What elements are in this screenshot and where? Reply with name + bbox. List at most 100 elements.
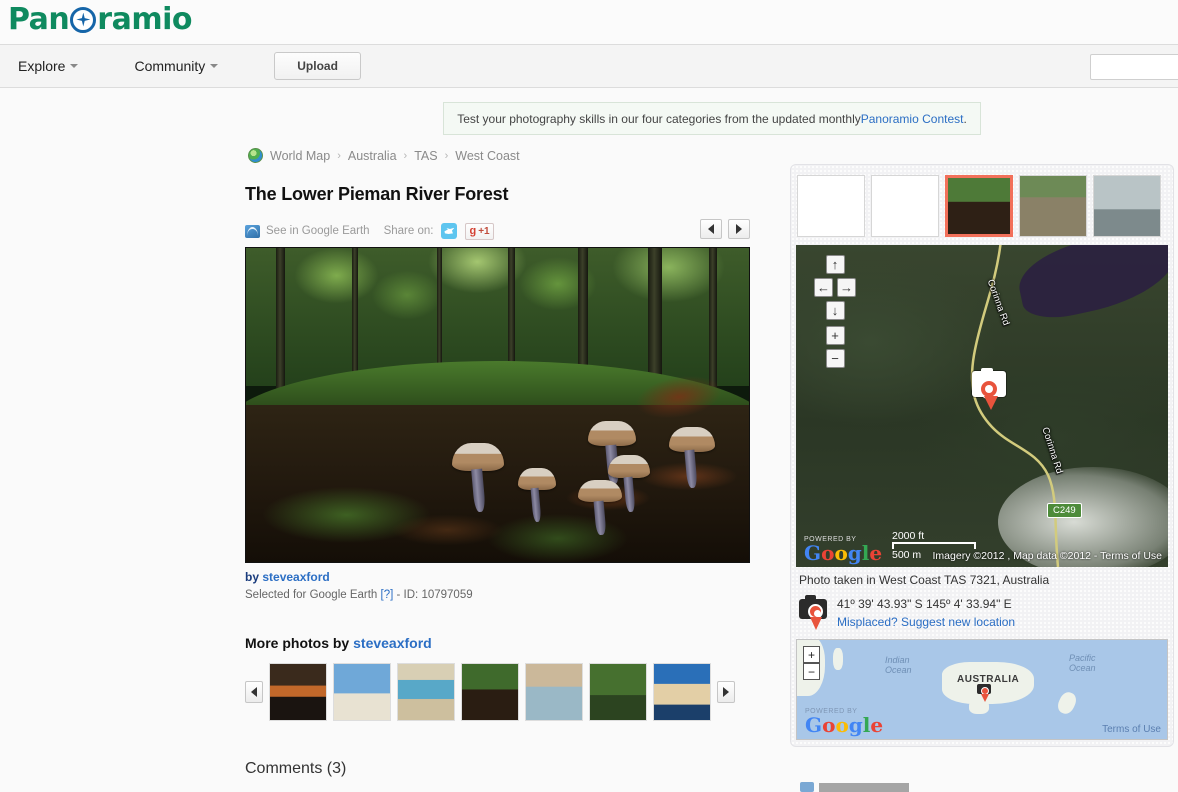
google-letter: o [821, 541, 834, 565]
map-pan-left-button[interactable]: ← [814, 278, 833, 297]
google-letter: g [849, 713, 863, 737]
logo-globe-icon [70, 7, 96, 33]
breadcrumb-separator: › [337, 150, 341, 162]
map-zoom-in-row: + [810, 326, 860, 345]
photo-mushroom [669, 427, 715, 481]
bottom-cutoff-element [800, 782, 909, 792]
next-photo-button[interactable] [728, 219, 750, 239]
twitter-icon[interactable] [441, 223, 457, 239]
overview-landmass-new-zealand [1055, 690, 1079, 717]
comments-heading: Comments (3) [245, 760, 346, 778]
google-earth-icon[interactable] [245, 225, 260, 238]
coordinates-value: 41º 39' 43.93" S 145º 4' 33.94" E [837, 597, 1015, 611]
mushroom-cap [588, 421, 636, 447]
overview-label-pacific-ocean: Pacific Ocean [1069, 654, 1096, 674]
world-overview-map[interactable]: + − Indian Ocean Pacific Ocean AUSTRALIA… [796, 639, 1168, 740]
photo-taken-location: Photo taken in West Coast TAS 7321, Aust… [799, 573, 1165, 587]
see-in-google-earth-link[interactable]: See in Google Earth [266, 225, 370, 237]
mushroom-cap [452, 443, 504, 472]
map-pan-up-row: ↑ [810, 255, 860, 274]
map-zoom-in-button[interactable]: + [826, 326, 845, 345]
help-link[interactable]: [?] [381, 589, 394, 601]
list-item[interactable] [269, 663, 327, 721]
suggest-new-location-link[interactable]: Misplaced? Suggest new location [837, 615, 1015, 629]
breadcrumb-item-west-coast[interactable]: West Coast [455, 149, 519, 163]
list-item[interactable] [397, 663, 455, 721]
overview-location-marker [977, 684, 993, 704]
logo-text-ramio: ramio [97, 2, 192, 37]
selected-for-google-earth: Selected for Google Earth [?] - ID: 1079… [245, 589, 750, 601]
photo-mushroom [578, 480, 622, 528]
map-thumbnail-4[interactable] [1019, 175, 1087, 237]
satellite-map[interactable]: Corinna Rd Corinna Rd ↑ ← → ↓ + − C249 [796, 245, 1168, 567]
mushroom-cap [608, 455, 650, 478]
more-photos-next-button[interactable] [717, 681, 735, 703]
google-letter: G [805, 713, 822, 737]
pin-tail [810, 617, 822, 630]
breadcrumb-item-australia[interactable]: Australia [348, 149, 397, 163]
main-photo[interactable] [245, 247, 750, 563]
contest-banner: Test your photography skills in our four… [443, 102, 981, 135]
more-photos-section: More photos by steveaxford [245, 635, 750, 721]
map-thumbnail-5[interactable] [1093, 175, 1161, 237]
map-pan-down-row: ↓ [810, 301, 860, 320]
overview-google-logo: Google [805, 715, 883, 735]
list-item[interactable] [653, 663, 711, 721]
map-pan-down-button[interactable]: ↓ [826, 301, 845, 320]
author-link[interactable]: steveaxford [262, 570, 329, 584]
breadcrumb-item-world-map[interactable]: World Map [270, 149, 330, 163]
nav-item-explore[interactable]: Explore [18, 58, 78, 74]
nav-item-community[interactable]: Community [134, 58, 218, 74]
photo-column: The Lower Pieman River Forest See in Goo… [245, 184, 750, 601]
panoramio-logo[interactable]: Pan ramio [8, 2, 192, 37]
more-photos-title: More photos by steveaxford [245, 635, 750, 651]
more-photos-prev-button[interactable] [245, 681, 263, 703]
search-input[interactable] [1090, 54, 1178, 80]
site-header: Pan ramio [0, 0, 1178, 44]
partial-text [819, 783, 909, 792]
photo-id-text: - ID: 10797059 [393, 589, 472, 601]
overview-terms-of-use-link[interactable]: Terms of Use [1102, 724, 1161, 735]
map-thumbnail-1[interactable] [797, 175, 865, 237]
overview-zoom-in-button[interactable]: + [803, 646, 820, 663]
list-item[interactable] [461, 663, 519, 721]
previous-photo-button[interactable] [700, 219, 722, 239]
chevron-down-icon [210, 64, 218, 68]
photo-mushroom [518, 468, 556, 516]
google-letter: e [870, 713, 883, 737]
google-letter: o [835, 713, 848, 737]
triangle-left-icon [708, 224, 714, 234]
list-item[interactable] [333, 663, 391, 721]
camera-pin-icon [799, 597, 829, 631]
more-photos-prefix: More photos by [245, 635, 353, 651]
share-on-label: Share on: [384, 225, 434, 237]
map-pan-up-button[interactable]: ↑ [826, 255, 845, 274]
map-pan-right-button[interactable]: → [837, 278, 856, 297]
overview-zoom-out-button[interactable]: − [803, 663, 820, 680]
google-letter: e [869, 541, 882, 565]
map-location-pin-tail [984, 396, 998, 410]
google-plus-one-button[interactable]: g +1 [465, 223, 493, 240]
list-item[interactable] [525, 663, 583, 721]
contest-banner-text: Test your photography skills in our four… [457, 112, 861, 126]
more-photos-author-link[interactable]: steveaxford [353, 635, 432, 651]
nav-item-community-label: Community [134, 58, 205, 74]
google-letter: g [848, 541, 862, 565]
list-item[interactable] [589, 663, 647, 721]
map-zoom-out-button[interactable]: − [826, 349, 845, 368]
map-attribution[interactable]: Imagery ©2012 , Map data ©2012 - Terms o… [933, 550, 1162, 562]
breadcrumb-item-tas[interactable]: TAS [414, 149, 437, 163]
map-thumbnail-3-selected[interactable] [945, 175, 1013, 237]
upload-button[interactable]: Upload [274, 52, 361, 80]
mushroom-cap [518, 468, 556, 490]
google-logo: Google [804, 543, 888, 563]
breadcrumb-separator: › [404, 150, 408, 162]
google-plus-g-icon: g [469, 225, 476, 237]
more-photos-strip [245, 663, 750, 721]
map-thumbnail-2[interactable] [871, 175, 939, 237]
logo-text-pan: Pan [8, 2, 69, 37]
panoramio-contest-link[interactable]: Panoramio Contest [861, 112, 964, 126]
google-letter: o [822, 713, 835, 737]
breadcrumb: World Map › Australia › TAS › West Coast [248, 148, 520, 163]
page-title: The Lower Pieman River Forest [245, 184, 750, 205]
